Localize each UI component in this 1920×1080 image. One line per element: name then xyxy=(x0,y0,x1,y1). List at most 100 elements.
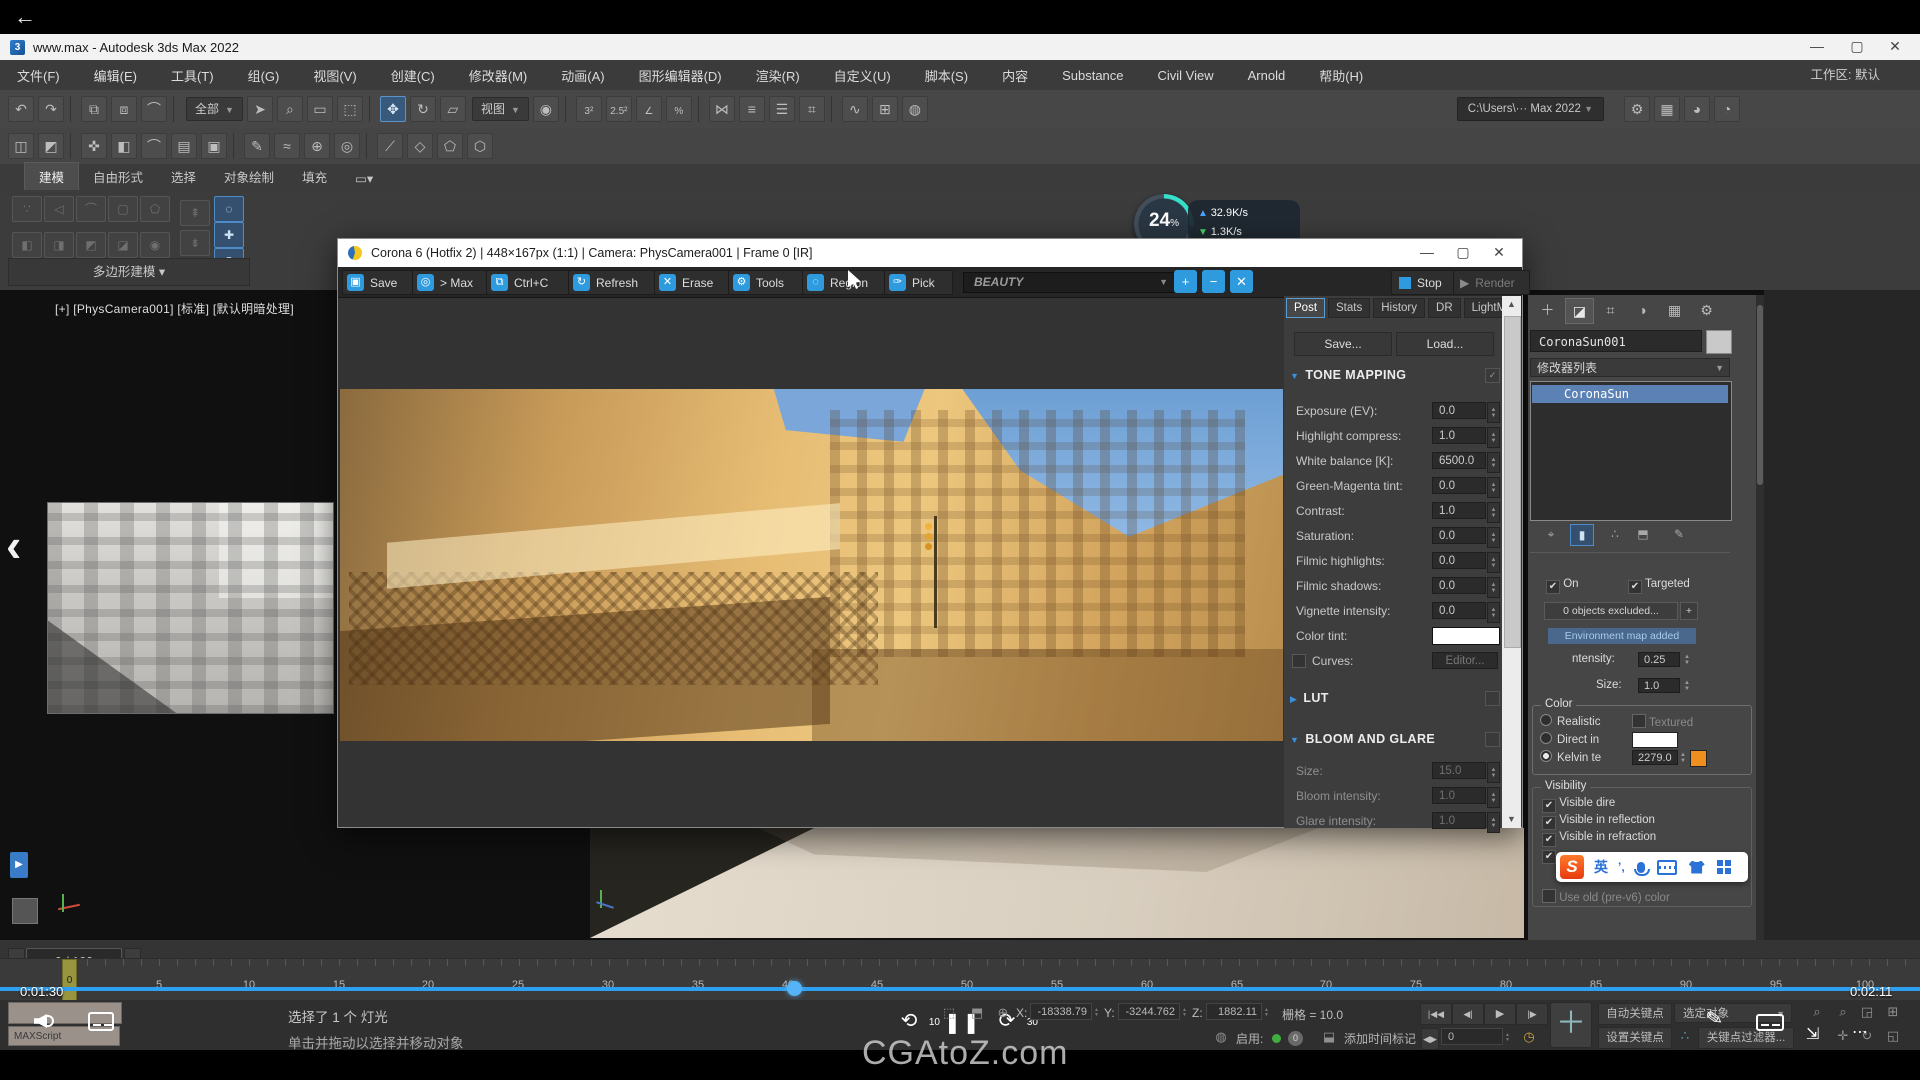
ime-language-mode[interactable]: 英 xyxy=(1594,857,1608,877)
ribbon-tab-modeling[interactable]: 建模 xyxy=(24,162,79,190)
frame-spinner[interactable]: ▲▼ xyxy=(1503,1028,1512,1047)
textured-checkbox[interactable]: Textured xyxy=(1632,714,1693,729)
prev-key-icon[interactable]: ◀| xyxy=(1452,1003,1484,1025)
hierarchy-tab-icon[interactable]: ⌗ xyxy=(1597,298,1624,322)
select-move-icon[interactable]: ✥ xyxy=(380,96,406,122)
track-bar[interactable]: 5 10 15 20 25 30 35 40 45 50 55 60 65 70… xyxy=(0,958,1920,1001)
vfb-minimize-button[interactable]: — xyxy=(1408,239,1446,267)
time-tag-icon[interactable]: ⬓ xyxy=(1318,1028,1340,1046)
polygon-modeling-rollout[interactable]: 多边形建模 ▾ xyxy=(8,258,250,286)
paint-deform-icon[interactable]: ✎ xyxy=(244,133,270,159)
subtitle-icon[interactable] xyxy=(88,1012,114,1031)
viewport-mini-button[interactable] xyxy=(12,898,38,924)
intensity-spinner[interactable]: ▲▼ xyxy=(1682,651,1692,668)
tone-mapping-toggle[interactable]: ✓ xyxy=(1485,368,1500,383)
y-field[interactable]: -3244.762 xyxy=(1118,1003,1180,1020)
vfb-tools-button[interactable]: ⚙Tools xyxy=(728,270,803,295)
select-link-icon[interactable]: ⧉ xyxy=(81,96,107,122)
zoom-in-icon[interactable]: + xyxy=(1174,270,1197,293)
preview-multi-icon[interactable]: ◩ xyxy=(76,232,106,258)
vfb-titlebar[interactable]: Corona 6 (Hotfix 2) | 448×167px (1:1) | … xyxy=(338,239,1522,267)
vertex-mode-icon[interactable]: ∵ xyxy=(12,196,42,222)
render-button[interactable]: ▶Render xyxy=(1453,270,1530,295)
vfb-save-button[interactable]: ▣Save xyxy=(342,270,413,295)
next-key-icon[interactable]: |▶ xyxy=(1516,1003,1548,1025)
exclude-objects-button[interactable]: 0 objects excluded... xyxy=(1544,602,1678,620)
pip-icon[interactable] xyxy=(1756,1014,1784,1031)
play-animation-icon[interactable]: ▶ xyxy=(1484,1003,1516,1025)
align-icon[interactable]: ≡ xyxy=(739,96,765,122)
video-progress-bar[interactable] xyxy=(0,987,1920,991)
border-icon[interactable]: ◇ xyxy=(407,133,433,159)
isolate-selection-icon[interactable]: ⬚ xyxy=(938,1004,960,1022)
tone-mapping-header[interactable]: ▼TONE MAPPING xyxy=(1290,368,1406,382)
cv-curve-icon[interactable]: ⌒ xyxy=(141,133,167,159)
x-spinner[interactable]: ▲▼ xyxy=(1092,1003,1101,1022)
undo-icon[interactable]: ↶ xyxy=(8,96,34,122)
modifier-coronasun[interactable]: CoronaSun xyxy=(1532,385,1728,403)
menu-tools[interactable]: 工具(T) xyxy=(154,66,231,85)
preview-subobj-icon[interactable]: ◨ xyxy=(44,232,74,258)
curves-checkbox[interactable]: ✔ xyxy=(1292,654,1306,668)
vfb-region-button[interactable]: ◌Region xyxy=(802,270,885,295)
viewport-layout-icon[interactable]: ◫ xyxy=(8,133,34,159)
microphone-icon[interactable] xyxy=(1637,862,1645,873)
material-override-icon[interactable]: ◍ xyxy=(1210,1028,1232,1046)
edge-mode-icon[interactable]: ◁ xyxy=(44,196,74,222)
sogou-logo-icon[interactable]: S xyxy=(1560,855,1584,879)
kelvin-radio[interactable]: Kelvin te xyxy=(1540,750,1601,764)
toggle-command-panel-icon[interactable]: ◌ xyxy=(214,196,244,222)
schematic-view-icon[interactable]: ⊞ xyxy=(872,96,898,122)
vfb-pick-button[interactable]: ✑Pick xyxy=(884,270,953,295)
ribbon-tab-populate[interactable]: 填充 xyxy=(288,163,341,190)
zoom-extents-icon[interactable]: ◲ xyxy=(1856,1003,1878,1021)
workspace-selector[interactable]: 工作区: 默认 xyxy=(1811,60,1880,90)
ribbon-config-icon[interactable]: ▭▾ xyxy=(341,167,387,190)
visible-refraction-checkbox[interactable]: ✔ Visible in refraction xyxy=(1542,831,1656,847)
reference-coordinate-dropdown[interactable]: 视图▼ xyxy=(472,97,529,121)
menu-group[interactable]: 组(G) xyxy=(231,66,297,85)
add-time-tag[interactable]: 添加时间标记 xyxy=(1344,1030,1416,1047)
visible-extra-checkbox[interactable]: ✔ xyxy=(1542,848,1556,864)
material-editor-icon[interactable]: ◍ xyxy=(902,96,928,122)
bind-spacewarp-icon[interactable]: ⌒ xyxy=(141,96,167,122)
visible-reflection-checkbox[interactable]: ✔ Visible in reflection xyxy=(1542,814,1655,830)
select-by-name-icon[interactable]: ⌕ xyxy=(277,96,303,122)
remove-modifier-icon[interactable]: ⬒ xyxy=(1632,524,1654,544)
relax-icon[interactable]: ≈ xyxy=(274,133,300,159)
bloom-toggle[interactable] xyxy=(1485,732,1500,747)
point-curve-icon[interactable]: ✜ xyxy=(81,133,107,159)
rendered-frame-icon[interactable]: ▦ xyxy=(1654,96,1680,122)
time-slider[interactable]: 0 xyxy=(62,959,77,1001)
snap-25d-icon[interactable]: 2.5² xyxy=(606,96,632,122)
render-channel-dropdown[interactable]: BEAUTY▼ xyxy=(963,272,1175,293)
direct-color-swatch[interactable] xyxy=(1632,732,1678,748)
absolute-mode-icon[interactable]: ⊕ xyxy=(992,1004,1014,1022)
set-keys-button[interactable]: ＋ xyxy=(1550,1002,1592,1048)
keyboard-icon[interactable] xyxy=(1657,860,1677,875)
window-crossing-icon[interactable]: ⬚ xyxy=(337,96,363,122)
command-panel-scrollbar[interactable] xyxy=(1756,295,1764,940)
pin-stack-icon[interactable]: ⇟ xyxy=(180,230,210,256)
viewport-label[interactable]: [+] [PhysCamera001] [标准] [默认明暗处理] xyxy=(55,300,294,317)
lattice-icon[interactable]: ▤ xyxy=(171,133,197,159)
menu-help[interactable]: 帮助(H) xyxy=(1302,66,1380,85)
lut-header[interactable]: ▶LUT xyxy=(1290,691,1329,705)
tab-post[interactable]: Post xyxy=(1286,298,1325,318)
vfb-to-max-button[interactable]: ◎> Max xyxy=(412,270,487,295)
pan-icon[interactable]: ✛ xyxy=(1832,1027,1854,1045)
panel-expand-button[interactable]: ▶ xyxy=(10,852,28,878)
kelvin-color-swatch[interactable] xyxy=(1690,750,1707,767)
show-ghosting-icon[interactable]: ◩ xyxy=(38,133,64,159)
mirror-icon[interactable]: ⋈ xyxy=(709,96,735,122)
current-frame-field[interactable]: 0 xyxy=(1441,1028,1503,1045)
unlink-icon[interactable]: ⧈ xyxy=(111,96,137,122)
ime-menu-icon[interactable] xyxy=(1717,860,1723,866)
foot-steps-icon[interactable]: ∴ xyxy=(1674,1027,1696,1045)
shaded-faces-icon[interactable]: ◪ xyxy=(108,232,138,258)
zoom-all-icon[interactable]: ⌕ xyxy=(1832,1003,1854,1021)
ime-punctuation-icon[interactable]: ’, xyxy=(1618,860,1625,874)
element-mode-icon[interactable]: ⬠ xyxy=(140,196,170,222)
redo-icon[interactable]: ↷ xyxy=(38,96,64,122)
utilities-tab-icon[interactable]: ⚙ xyxy=(1693,298,1720,322)
